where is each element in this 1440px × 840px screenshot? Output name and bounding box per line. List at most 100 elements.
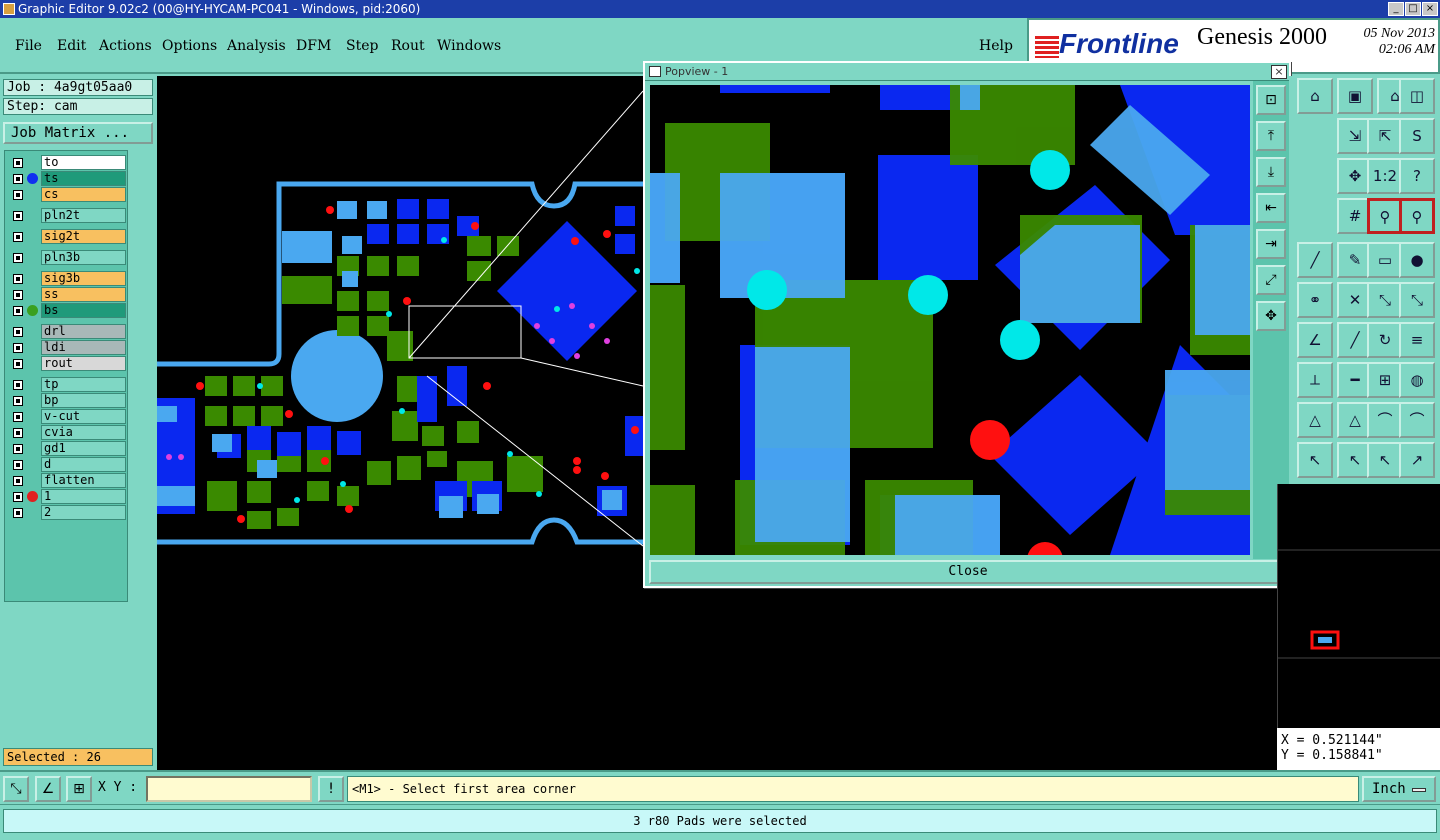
measure-icon[interactable]: ⟂ (1297, 362, 1333, 398)
menu-dfm[interactable]: DFM (296, 38, 331, 54)
layer-checkbox[interactable] (13, 253, 23, 263)
layer-name[interactable]: 1 (41, 489, 126, 504)
draw-line-icon[interactable]: ╱ (1297, 242, 1333, 278)
menu-analysis[interactable]: Analysis (227, 38, 286, 54)
pan-left-icon[interactable]: ⇤ (1256, 193, 1286, 223)
layer-row[interactable]: bs (7, 303, 127, 318)
layer-name[interactable]: cvia (41, 425, 126, 440)
popview-close-button[interactable]: Close (649, 560, 1287, 584)
dimension-icon[interactable]: ⊞ (1367, 362, 1403, 398)
layer-row[interactable]: cs (7, 187, 127, 202)
grid-snap-icon[interactable]: ⊞ (66, 776, 92, 802)
layer-checkbox[interactable] (13, 274, 23, 284)
scale-1to1-icon[interactable]: 1:2 (1367, 158, 1403, 194)
layer-checkbox[interactable] (13, 492, 23, 502)
menu-actions[interactable]: Actions (99, 38, 152, 54)
pan-right-icon[interactable]: ⇥ (1256, 229, 1286, 259)
menu-rout[interactable]: Rout (391, 38, 425, 54)
layer-checkbox[interactable] (13, 232, 23, 242)
arch-icon[interactable]: ⌒ (1367, 402, 1403, 438)
layer-checkbox[interactable] (13, 290, 23, 300)
layer-checkbox[interactable] (13, 158, 23, 168)
menu-options[interactable]: Options (162, 38, 217, 54)
connect-icon[interactable]: ⚭ (1297, 282, 1333, 318)
pan-up-icon[interactable]: ⤒ (1256, 121, 1286, 151)
layer-name[interactable]: ldi (41, 340, 126, 355)
layer-name[interactable]: ss (41, 287, 126, 302)
layer-name[interactable]: flatten (41, 473, 126, 488)
minimize-button[interactable]: _ (1388, 2, 1404, 16)
layer-row[interactable]: drl (7, 324, 127, 339)
shape-icon[interactable]: ◍ (1399, 362, 1435, 398)
layer-name[interactable]: tp (41, 377, 126, 392)
menu-help[interactable]: Help (979, 38, 1013, 54)
arch-alt-icon[interactable]: ⌒ (1399, 402, 1435, 438)
layer-row[interactable]: rout (7, 356, 127, 371)
split-view-icon[interactable]: ◫ (1399, 78, 1435, 114)
node-link-icon[interactable]: ⤡ (1367, 282, 1403, 318)
layer-checkbox[interactable] (13, 359, 23, 369)
layer-row[interactable]: pln3b (7, 250, 127, 265)
layer-row[interactable]: ss (7, 287, 127, 302)
layer-checkbox[interactable] (13, 211, 23, 221)
snap-mode-icon[interactable]: ⤡ (3, 776, 29, 802)
units-selector[interactable]: Inch (1362, 776, 1436, 802)
home-icon[interactable]: ⌂ (1297, 78, 1333, 114)
layer-row[interactable]: sig3b (7, 271, 127, 286)
layer-row[interactable]: tp (7, 377, 127, 392)
angle-snap-icon[interactable]: ∠ (35, 776, 61, 802)
layer-name[interactable]: rout (41, 356, 126, 371)
layer-name[interactable]: to (41, 155, 126, 170)
snap-alt-icon[interactable]: ⚲ (1399, 198, 1435, 234)
layer-checkbox[interactable] (13, 396, 23, 406)
layer-name[interactable]: pln2t (41, 208, 126, 223)
angle-icon[interactable]: ∠ (1297, 322, 1333, 358)
layer-name[interactable]: bp (41, 393, 126, 408)
layer-name[interactable]: pln3b (41, 250, 126, 265)
menu-edit[interactable]: Edit (57, 38, 86, 54)
layer-row[interactable]: flatten (7, 473, 127, 488)
ruler-icon[interactable]: ▭ (1367, 242, 1403, 278)
layer-row[interactable]: bp (7, 393, 127, 408)
layer-row[interactable]: gd1 (7, 441, 127, 456)
layer-row[interactable]: v-cut (7, 409, 127, 424)
alert-icon[interactable]: ! (318, 776, 344, 802)
menu-file[interactable]: File (15, 38, 42, 54)
layer-row[interactable]: 1 (7, 489, 127, 504)
layer-name[interactable]: drl (41, 324, 126, 339)
layer-name[interactable]: ts (41, 171, 126, 186)
layer-checkbox[interactable] (13, 508, 23, 518)
pad-icon[interactable]: ● (1399, 242, 1435, 278)
menu-windows[interactable]: Windows (437, 38, 501, 54)
layer-checkbox[interactable] (13, 306, 23, 316)
layer-checkbox[interactable] (13, 174, 23, 184)
help-query-icon[interactable]: ? (1399, 158, 1435, 194)
snap-icon[interactable]: ⚲ (1367, 198, 1403, 234)
minimap[interactable] (1277, 484, 1440, 728)
layer-checkbox[interactable] (13, 476, 23, 486)
select-pointer-alt-icon[interactable]: ↖ (1367, 442, 1403, 478)
layer-row[interactable]: ts (7, 171, 127, 186)
zoom-fit-icon[interactable]: ⊡ (1256, 85, 1286, 115)
layer-row[interactable]: cvia (7, 425, 127, 440)
flip-icon[interactable]: S (1399, 118, 1435, 154)
route-pointer-icon[interactable]: ↗ (1399, 442, 1435, 478)
popview-zoomed-view[interactable] (650, 85, 1250, 555)
zoom-out-icon[interactable]: ⤢ (1256, 265, 1286, 295)
window-close-button[interactable]: × (1422, 2, 1438, 16)
job-matrix-button[interactable]: Job Matrix ... (3, 122, 153, 144)
parallel-icon[interactable]: ≡ (1399, 322, 1435, 358)
layer-name[interactable]: 2 (41, 505, 126, 520)
pan-down-icon[interactable]: ⤓ (1256, 157, 1286, 187)
layer-checkbox[interactable] (13, 412, 23, 422)
pointer-icon[interactable]: ↖ (1297, 442, 1333, 478)
layer-checkbox[interactable] (13, 428, 23, 438)
layer-name[interactable]: cs (41, 187, 126, 202)
layer-checkbox[interactable] (13, 380, 23, 390)
arc-icon[interactable]: ↻ (1367, 322, 1403, 358)
step-out-icon[interactable]: ⇱ (1367, 118, 1403, 154)
menu-step[interactable]: Step (346, 38, 378, 54)
layer-name[interactable]: v-cut (41, 409, 126, 424)
layer-row[interactable]: sig2t (7, 229, 127, 244)
layer-row[interactable]: d (7, 457, 127, 472)
